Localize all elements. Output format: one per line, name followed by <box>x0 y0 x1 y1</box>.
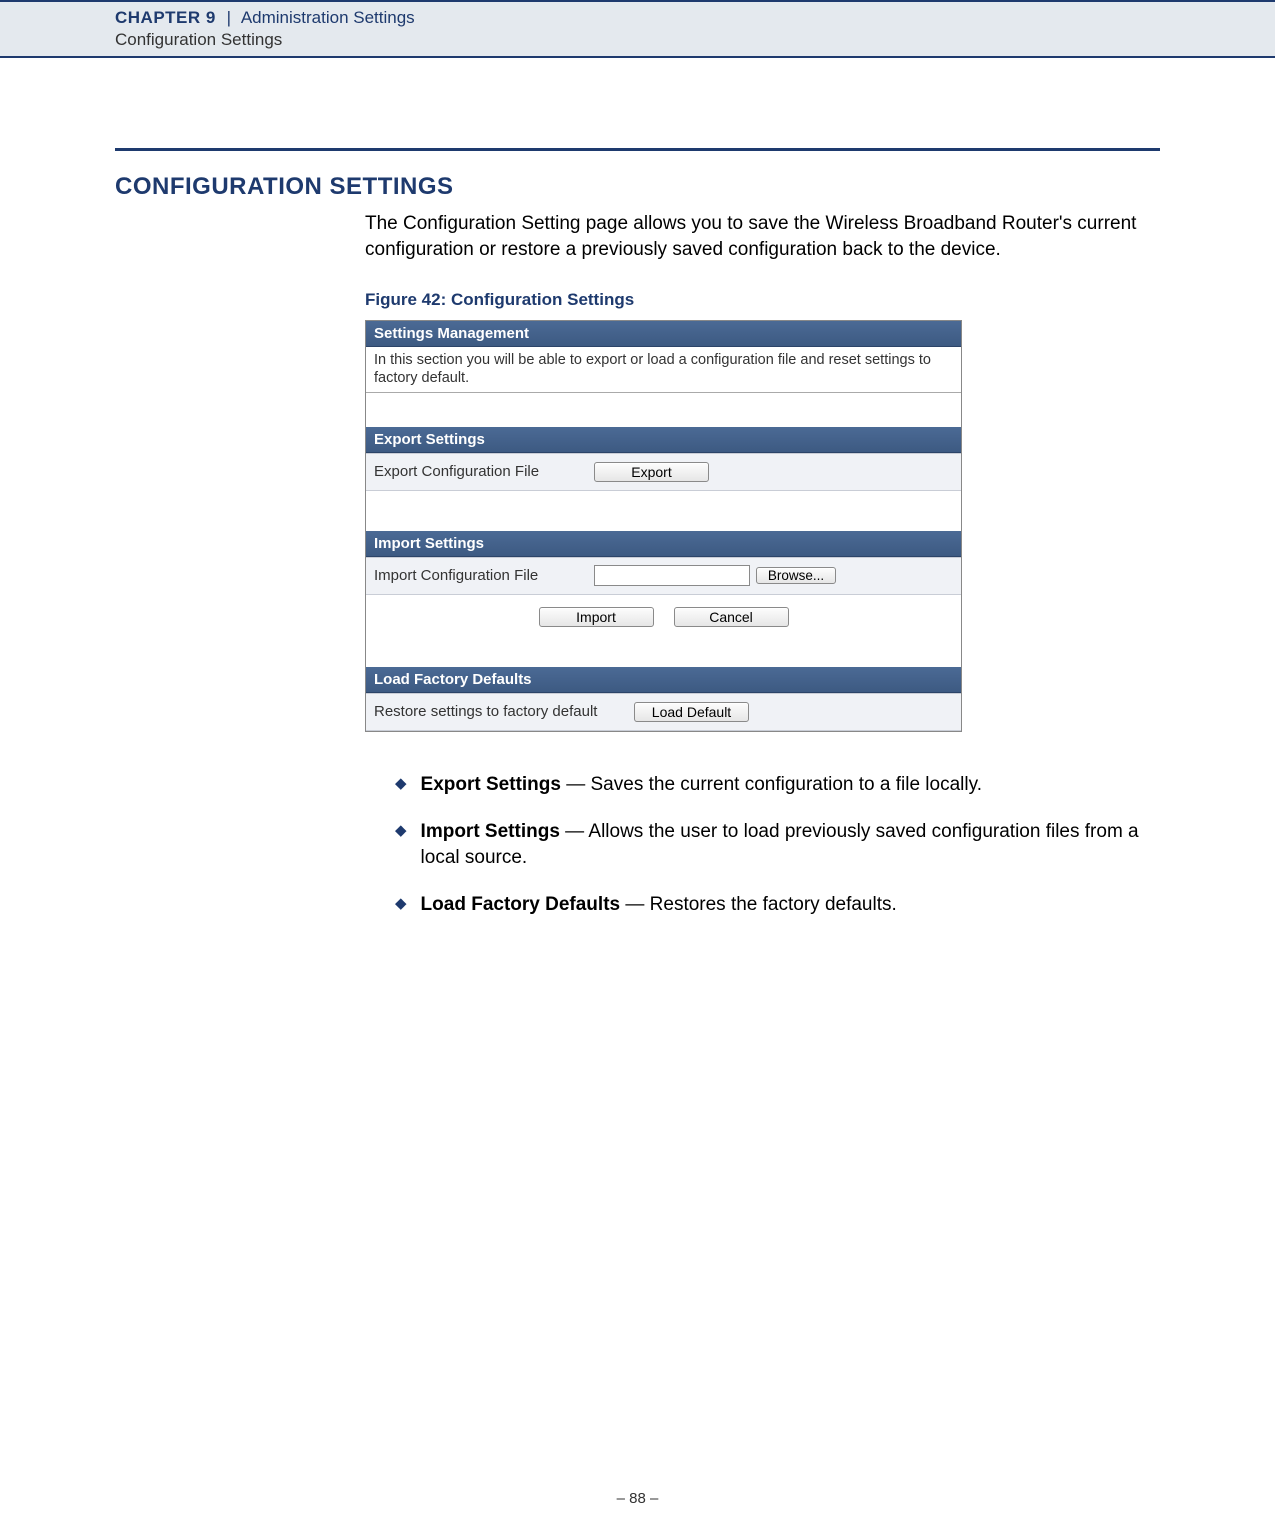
bullet-text: Export Settings — Saves the current conf… <box>421 772 982 798</box>
export-row: Export Configuration File Export <box>366 453 961 491</box>
section-title: CONFIGURATION SETTINGS <box>115 173 1160 201</box>
settings-management-header: Settings Management <box>366 321 961 347</box>
page-header: CHAPTER 9 | Administration Settings Conf… <box>0 0 1275 58</box>
browse-button[interactable]: Browse... <box>756 567 836 584</box>
settings-management-desc: In this section you will be able to expo… <box>366 347 961 392</box>
section-rule <box>115 148 1160 151</box>
load-default-button[interactable]: Load Default <box>634 702 749 722</box>
list-item: ◆ Load Factory Defaults — Restores the f… <box>395 892 1160 918</box>
export-settings-header: Export Settings <box>366 427 961 453</box>
import-file-input[interactable] <box>594 565 750 586</box>
bullet-list: ◆ Export Settings — Saves the current co… <box>395 772 1160 919</box>
page-number: – 88 – <box>0 1490 1275 1507</box>
header-line-1: CHAPTER 9 | Administration Settings <box>115 8 1275 28</box>
header-subtitle: Configuration Settings <box>115 30 1275 50</box>
export-button[interactable]: Export <box>594 462 709 482</box>
restore-label: Restore settings to factory default <box>374 703 634 720</box>
intro-paragraph: The Configuration Setting page allows yo… <box>365 211 1160 262</box>
import-settings-header: Import Settings <box>366 531 961 557</box>
bullet-text: Load Factory Defaults — Restores the fac… <box>421 892 897 918</box>
embedded-screenshot: Settings Management In this section you … <box>365 320 962 731</box>
import-row: Import Configuration File Browse... <box>366 557 961 595</box>
export-label: Export Configuration File <box>374 463 594 480</box>
list-item: ◆ Export Settings — Saves the current co… <box>395 772 1160 798</box>
diamond-icon: ◆ <box>395 892 407 918</box>
cancel-button[interactable]: Cancel <box>674 607 789 627</box>
load-defaults-header: Load Factory Defaults <box>366 667 961 693</box>
figure-caption: Figure 42: Configuration Settings <box>365 290 1160 310</box>
diamond-icon: ◆ <box>395 772 407 798</box>
chapter-label: CHAPTER 9 <box>115 8 216 27</box>
import-actions-row: Import Cancel <box>366 595 961 639</box>
import-label: Import Configuration File <box>374 567 594 584</box>
import-button[interactable]: Import <box>539 607 654 627</box>
header-divider: | <box>227 8 231 27</box>
restore-row: Restore settings to factory default Load… <box>366 693 961 731</box>
chapter-title: Administration Settings <box>241 8 415 27</box>
bullet-text: Import Settings — Allows the user to loa… <box>421 819 1160 870</box>
list-item: ◆ Import Settings — Allows the user to l… <box>395 819 1160 870</box>
diamond-icon: ◆ <box>395 819 407 870</box>
